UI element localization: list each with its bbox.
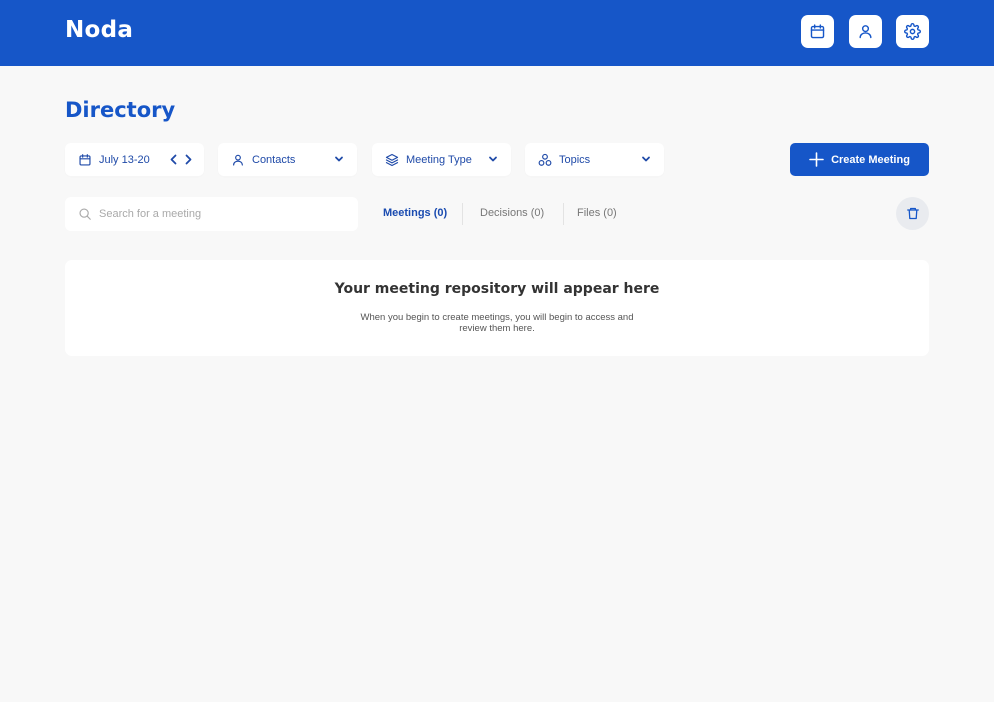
create-meeting-button[interactable]: Create Meeting: [790, 143, 929, 176]
topics-icon: [538, 153, 552, 166]
topics-filter[interactable]: Topics: [525, 143, 664, 176]
user-icon: [233, 154, 243, 166]
settings-button[interactable]: [896, 15, 929, 48]
gear-icon: [904, 23, 921, 40]
chevron-left-icon[interactable]: [169, 154, 179, 165]
tab-files[interactable]: Files (0): [577, 207, 617, 219]
chevron-down-icon: [489, 156, 497, 162]
empty-state-title: Your meeting repository will appear here: [334, 281, 660, 297]
user-icon: [859, 25, 872, 39]
profile-button[interactable]: [849, 15, 882, 48]
topics-filter-label: Topics: [559, 153, 591, 166]
calendar-icon: [79, 153, 91, 166]
layers-icon: [385, 153, 399, 166]
contacts-filter-label: Contacts: [252, 153, 296, 166]
trash-icon: [906, 207, 919, 220]
delete-button[interactable]: [896, 197, 929, 230]
search-box[interactable]: [65, 197, 358, 231]
chevron-down-icon: [335, 156, 343, 162]
calendar-icon: [810, 24, 825, 39]
top-bar: Noda: [0, 0, 994, 66]
meeting-type-filter-label: Meeting Type: [406, 153, 472, 166]
tab-meetings[interactable]: Meetings (0): [383, 207, 447, 219]
app-logo[interactable]: Noda: [65, 17, 133, 43]
empty-state-description: When you begin to create meetings, you w…: [360, 312, 634, 334]
search-icon: [79, 208, 91, 220]
create-meeting-label: Create Meeting: [831, 153, 910, 166]
empty-state-card: Your meeting repository will appear here…: [65, 260, 929, 356]
tab-divider: [563, 203, 564, 225]
chevron-down-icon: [642, 156, 650, 162]
plus-icon: [809, 152, 824, 167]
meeting-type-filter[interactable]: Meeting Type: [372, 143, 511, 176]
date-range-filter[interactable]: July 13-20: [65, 143, 204, 176]
page-title: Directory: [65, 98, 176, 122]
chevron-right-icon[interactable]: [183, 154, 193, 165]
tab-decisions[interactable]: Decisions (0): [480, 207, 544, 219]
tab-divider: [462, 203, 463, 225]
date-range-label: July 13-20: [99, 153, 150, 166]
contacts-filter[interactable]: Contacts: [218, 143, 357, 176]
search-input[interactable]: [99, 208, 339, 220]
calendar-button[interactable]: [801, 15, 834, 48]
